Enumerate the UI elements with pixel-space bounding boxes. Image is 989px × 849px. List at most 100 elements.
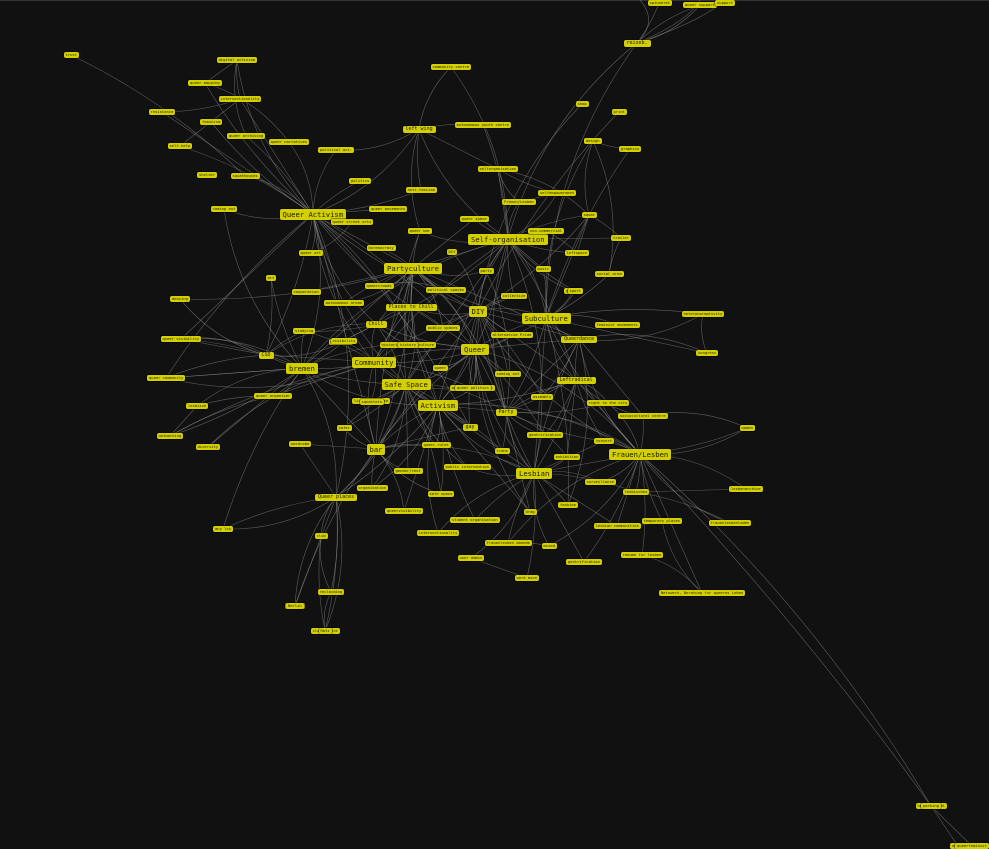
graph-node[interactable]: frauenlesben abende (484, 540, 532, 546)
graph-node[interactable]: work move (514, 575, 540, 581)
graph-node[interactable]: Community (351, 356, 397, 368)
graph-node[interactable]: bureaucracy (366, 245, 396, 251)
graph-node[interactable]: Frauen/Lesben (502, 199, 536, 205)
graph-node[interactable]: coming out (210, 206, 238, 212)
graph-node[interactable]: bar (366, 443, 386, 455)
graph-node[interactable]: safe space (427, 491, 455, 497)
graph-node[interactable]: Partyculture (384, 262, 442, 274)
graph-node[interactable]: DIY (446, 249, 458, 255)
graph-node[interactable]: safer (336, 425, 352, 431)
graph-node[interactable]: any lsk (213, 526, 234, 532)
graph-node[interactable]: student organisation (450, 517, 500, 523)
graph-node[interactable]: lesbisches (622, 489, 650, 495)
graph-node[interactable]: queer-rules (421, 442, 451, 448)
graph-node[interactable]: print (611, 109, 627, 115)
graph-node[interactable]: alternative Pride (490, 332, 534, 338)
graph-node[interactable]: mixed (541, 543, 557, 549)
graph-node[interactable]: trans (494, 448, 510, 454)
graph-node[interactable]: club (314, 533, 328, 539)
graph-node[interactable]: feminism (200, 119, 223, 125)
graph-node[interactable]: left wing (402, 125, 436, 133)
graph-node[interactable]: Queer (461, 343, 489, 355)
graph-node[interactable]: surveillance (584, 479, 616, 485)
graph-node[interactable]: politics (349, 178, 372, 184)
graph-node[interactable]: squatters (359, 399, 385, 405)
graph-node[interactable]: Leftradical (556, 376, 596, 384)
graph-node[interactable]: Frauen/Lesben (609, 448, 672, 460)
graph-node[interactable]: Chill (365, 320, 387, 328)
graph-node[interactable]: intersectionality (218, 96, 262, 102)
graph-node[interactable]: autonomous youth centre (454, 122, 512, 128)
graph-node[interactable]: design (584, 138, 602, 144)
graph-node[interactable]: self-help (167, 143, 193, 149)
graph-node[interactable]: bremen (286, 362, 318, 374)
graph-node[interactable]: selforganisation (477, 166, 519, 172)
graph-node[interactable]: queer bar (407, 228, 433, 234)
graph-node[interactable]: fashion (558, 502, 579, 508)
graph-node[interactable]: raeume fur lesben (620, 552, 664, 558)
graph-node[interactable]: art (265, 275, 277, 281)
graph-node[interactable]: intersectionality (416, 530, 460, 536)
graph-node[interactable]: Queerdance (561, 335, 598, 343)
graph-node[interactable]: temporary places (641, 518, 683, 524)
graph-node[interactable]: political act. (318, 147, 355, 153)
graph-node[interactable]: support (715, 0, 736, 6)
graph-node[interactable]: collective (500, 293, 528, 299)
graph-node[interactable]: social area (594, 271, 624, 277)
graph-node[interactable]: political spaces (425, 287, 467, 293)
graph-node[interactable]: frauenlesbenladen (708, 520, 752, 526)
graph-node[interactable]: reclaiming (317, 589, 345, 595)
graph-node[interactable]: Netzwerk, Beratung fur queeres Leben (659, 590, 746, 596)
graph-node[interactable]: user admin (457, 555, 485, 561)
graph-node[interactable]: congress (696, 350, 719, 356)
graph-node[interactable]: queer narratives (268, 139, 310, 145)
graph-node[interactable]: graphics (619, 146, 642, 152)
graph-node[interactable]: public intervention (443, 464, 491, 470)
graph-node[interactable]: Party (495, 408, 517, 416)
graph-node[interactable]: squathouses (230, 173, 260, 179)
graph-node[interactable]: queer archiving (227, 133, 266, 139)
graph-node[interactable]: queer organiser (254, 393, 293, 399)
graph-node[interactable]: wardrobe (289, 441, 312, 447)
graph-node[interactable]: party (478, 268, 494, 274)
graph-node[interactable]: trust (63, 52, 79, 58)
graph-node[interactable]: parking (921, 803, 942, 809)
graph-node[interactable]: queer support (683, 2, 717, 8)
graph-node[interactable]: exhibition (553, 454, 581, 460)
graph-node[interactable]: trailer (611, 235, 632, 241)
graph-node[interactable]: squat (581, 212, 597, 218)
graph-node[interactable]: queercrowds (364, 283, 394, 289)
graph-node[interactable]: community centre (430, 64, 472, 70)
graph-node[interactable]: shelter (197, 172, 218, 178)
graph-node[interactable]: spinnerei (647, 0, 673, 6)
graph-node[interactable]: queer street arts (330, 219, 374, 225)
graph-node[interactable]: reiseb. (623, 39, 651, 47)
graph-node[interactable]: dancing (170, 296, 191, 302)
graph-node[interactable]: right to the city (586, 400, 630, 406)
graph-node[interactable]: Self-organisation (468, 233, 548, 245)
graph-node[interactable]: queer politics (455, 385, 492, 391)
graph-node[interactable]: concert (594, 438, 615, 444)
graph-node[interactable]: Safe Space (381, 378, 431, 390)
graph-node[interactable]: gender/rest (393, 468, 423, 474)
graph-node[interactable]: networking (156, 433, 184, 439)
graph-node[interactable]: anti-fascism (405, 187, 437, 193)
graph-node[interactable]: visibility (330, 338, 358, 344)
graph-node[interactable]: drag (523, 509, 537, 515)
graph-node[interactable]: Lesbian (516, 467, 553, 479)
graph-node[interactable]: queer mapping (188, 80, 222, 86)
graph-node[interactable]: queerfeminist (955, 843, 989, 849)
graph-node[interactable]: Activism (417, 399, 459, 411)
graph-node[interactable]: lesbenarchive (729, 486, 763, 492)
graph-node[interactable]: assembly (531, 394, 554, 400)
graph-node[interactable]: queer art (298, 250, 324, 256)
graph-node[interactable]: queer movements (369, 206, 408, 212)
graph-node[interactable]: queer space (459, 216, 489, 222)
graph-node[interactable]: selfempowerment (538, 190, 577, 196)
graph-node[interactable]: gay (462, 423, 478, 431)
graph-node[interactable]: history (398, 342, 419, 348)
graph-node[interactable]: organisation (356, 485, 388, 491)
graph-node[interactable]: queer visibility (160, 336, 202, 342)
graph-node[interactable]: Subculture (521, 312, 571, 324)
graph-node[interactable]: Queer places (315, 493, 358, 501)
